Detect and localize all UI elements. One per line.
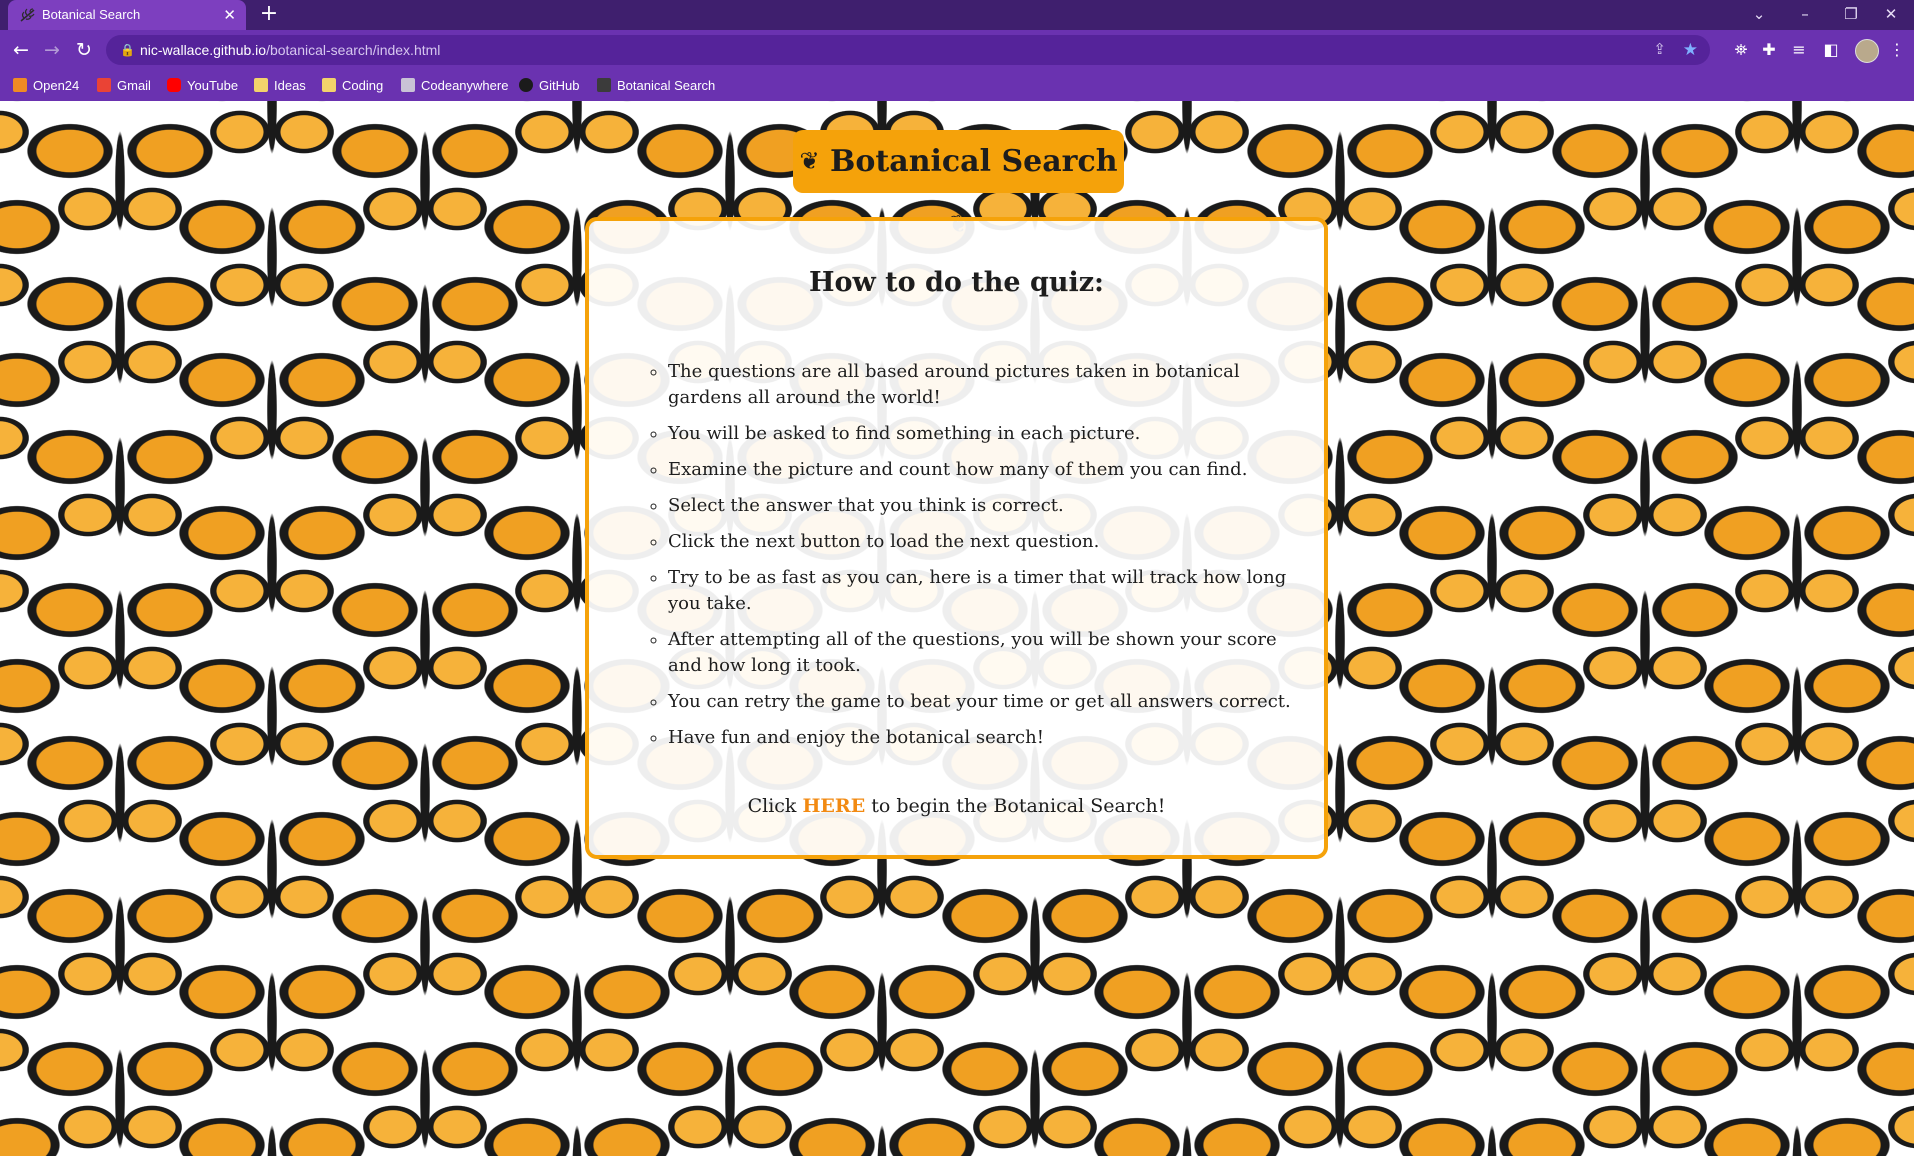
leaf-left-icon: ❦ bbox=[799, 147, 820, 175]
bookmark-codeanywhere[interactable]: Codeanywhere bbox=[401, 70, 508, 101]
list-item: Click the next button to load the next q… bbox=[668, 529, 1298, 555]
bookmark-label: GitHub bbox=[539, 78, 580, 93]
tab-search-chevron-icon[interactable]: ⌄ bbox=[1736, 0, 1782, 30]
bookmark-label: Gmail bbox=[117, 78, 151, 93]
start-quiz-link[interactable]: HERE bbox=[802, 795, 865, 817]
bookmark-label: Open24 bbox=[33, 78, 80, 93]
leaf-favicon-icon bbox=[20, 8, 35, 22]
address-url[interactable]: nic-wallace.github.io/botanical-search/i… bbox=[140, 35, 440, 65]
bookmark-label: YouTube bbox=[187, 78, 239, 93]
list-item: You can retry the game to beat your time… bbox=[668, 689, 1298, 715]
tab-close-icon[interactable]: ✕ bbox=[223, 0, 236, 30]
folder-icon bbox=[322, 78, 336, 92]
page-title-text: Botanical Search bbox=[830, 144, 1118, 179]
new-tab-button[interactable]: + bbox=[258, 0, 280, 28]
github-icon bbox=[519, 78, 533, 92]
open24-icon bbox=[13, 78, 27, 92]
list-item: Try to be as fast as you can, here is a … bbox=[668, 565, 1298, 617]
gmail-icon bbox=[97, 78, 111, 92]
list-item: You will be asked to find something in e… bbox=[668, 421, 1298, 447]
codeanywhere-icon bbox=[401, 78, 415, 92]
bookmark-label: Coding bbox=[342, 78, 384, 93]
instructions-card: How to do the quiz: The questions are al… bbox=[585, 217, 1328, 859]
cta-before: Click bbox=[747, 795, 803, 817]
minimize-button[interactable]: – bbox=[1782, 0, 1828, 30]
browser-toolbar: ← → ↻ 🔒 nic-wallace.github.io/botanical-… bbox=[0, 30, 1914, 70]
tab-botanical-search[interactable]: Botanical Search ✕ bbox=[8, 0, 246, 30]
bookmarks-bar: Open24 Gmail YouTube Ideas Coding Codean… bbox=[0, 70, 1914, 101]
bookmark-botanical-search[interactable]: Botanical Search bbox=[597, 70, 715, 101]
puzzle-extensions-icon[interactable]: ✚ bbox=[1758, 39, 1780, 61]
tab-title: Botanical Search bbox=[42, 7, 141, 22]
bookmark-youtube[interactable]: YouTube bbox=[167, 70, 238, 101]
bookmark-label: Botanical Search bbox=[617, 78, 716, 93]
card-heading: How to do the quiz: bbox=[808, 267, 1105, 298]
side-panel-icon[interactable]: ◧ bbox=[1820, 39, 1842, 61]
cta-after: to begin the Botanical Search! bbox=[865, 795, 1166, 817]
leaf-icon bbox=[597, 78, 611, 92]
start-prompt: Click HERE to begin the Botanical Search… bbox=[589, 795, 1324, 817]
bookmark-label: Ideas bbox=[274, 78, 306, 93]
bookmark-folder-ideas[interactable]: Ideas bbox=[254, 70, 306, 101]
lock-icon[interactable]: 🔒 bbox=[120, 35, 135, 65]
close-window-button[interactable]: ✕ bbox=[1868, 0, 1914, 30]
url-path: /botanical-search/index.html bbox=[266, 42, 441, 58]
list-item: Have fun and enjoy the botanical search! bbox=[668, 725, 1298, 751]
page-title: ❦ Botanical Search ❦ bbox=[793, 130, 1124, 238]
bookmark-gmail[interactable]: Gmail bbox=[97, 70, 151, 101]
list-item: After attempting all of the questions, y… bbox=[668, 627, 1298, 679]
folder-icon bbox=[254, 78, 268, 92]
share-icon[interactable]: ⇪ bbox=[1653, 35, 1666, 65]
instructions-list: The questions are all based around pictu… bbox=[649, 359, 1298, 761]
media-control-icon[interactable]: ≡ bbox=[1788, 39, 1810, 61]
address-bar[interactable]: 🔒 nic-wallace.github.io/botanical-search… bbox=[106, 35, 1710, 65]
bookmark-github[interactable]: GitHub bbox=[519, 70, 579, 101]
menu-kebab-icon[interactable]: ⋮ bbox=[1886, 39, 1908, 61]
tab-strip: Botanical Search ✕ + ⌄ – ❐ ✕ bbox=[0, 0, 1914, 30]
reload-icon[interactable]: ↻ bbox=[71, 37, 97, 63]
bookmark-star-icon[interactable]: ★ bbox=[1683, 35, 1698, 65]
bookmark-label: Codeanywhere bbox=[421, 78, 509, 93]
url-host: nic-wallace.github.io bbox=[140, 42, 267, 58]
bookmark-folder-coding[interactable]: Coding bbox=[322, 70, 383, 101]
list-item: Select the answer that you think is corr… bbox=[668, 493, 1298, 519]
forward-arrow-icon[interactable]: → bbox=[39, 37, 65, 63]
list-item: Examine the picture and count how many o… bbox=[668, 457, 1298, 483]
list-item: The questions are all based around pictu… bbox=[668, 359, 1298, 411]
extension-icon[interactable]: ⛯ bbox=[1730, 39, 1752, 61]
youtube-icon bbox=[167, 78, 181, 92]
back-arrow-icon[interactable]: ← bbox=[8, 37, 34, 63]
bookmark-open24[interactable]: Open24 bbox=[13, 70, 79, 101]
profile-avatar[interactable] bbox=[1855, 39, 1879, 63]
